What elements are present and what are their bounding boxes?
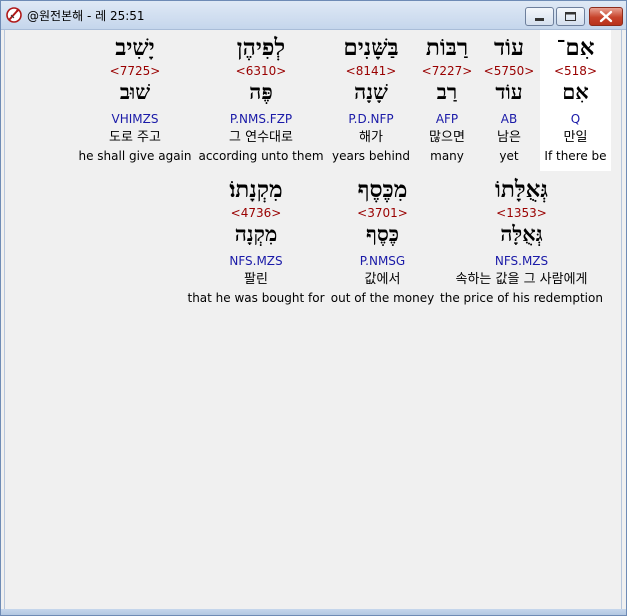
- hebrew-lemma: אִם: [562, 79, 589, 104]
- korean-gloss: 많으면: [429, 130, 465, 145]
- korean-gloss: 해가: [359, 130, 383, 145]
- korean-gloss: 도로 주고: [109, 130, 161, 145]
- hebrew-lemma: רַב: [436, 79, 458, 104]
- korean-gloss: 값에서: [364, 272, 401, 287]
- english-gloss: he shall give again: [78, 149, 192, 163]
- morphology-code: AFP: [435, 112, 459, 126]
- english-gloss: yet: [499, 149, 519, 163]
- english-gloss: If there be: [544, 149, 607, 163]
- word-block[interactable]: לְפִיהֶן <6310> פֶּה P.NMS.FZP 그 연수대로 ac…: [195, 30, 327, 171]
- korean-gloss: 만일: [563, 130, 588, 145]
- hebrew-word[interactable]: בַּשָּׁנִים: [327, 33, 415, 63]
- morphology-code: P.D.NFP: [348, 112, 394, 126]
- english-gloss: many: [430, 149, 464, 163]
- compass-feather-icon[interactable]: [5, 6, 23, 24]
- hebrew-word[interactable]: מִקְנָתוֹ׃: [187, 175, 325, 205]
- hebrew-word[interactable]: לְפִיהֶן: [195, 33, 327, 63]
- strong-number[interactable]: <518>: [540, 63, 611, 79]
- word-block[interactable]: רַבּוֹת <7227> רַב AFP 많으면 many: [415, 30, 479, 171]
- strong-number[interactable]: <7227>: [415, 63, 479, 79]
- word-block[interactable]: גְּאֻלָּתוֹ <1353> גְּאֻלָּה NFS.MZS 속하는…: [438, 172, 605, 313]
- morphology-code: P.NMSG: [359, 254, 406, 268]
- title-bar[interactable]: @원전본해 - 레 25:51: [1, 1, 626, 30]
- strong-number[interactable]: <7725>: [75, 63, 195, 79]
- korean-gloss: 속하는 값을 그 사람에게: [455, 272, 588, 287]
- strong-number[interactable]: <6310>: [195, 63, 327, 79]
- strong-number[interactable]: <4736>: [187, 205, 325, 221]
- morphology-code: VHIMZS: [111, 112, 159, 126]
- word-block[interactable]: מִכֶּסֶף <3701> כֶּסֶף P.NMSG 값에서 out of…: [327, 172, 438, 313]
- word-block[interactable]: אִם־ <518> אִם Q 만일 If there be: [540, 30, 611, 171]
- hebrew-lemma: פֶּה: [249, 79, 273, 104]
- morphology-code: NFS.MZS: [494, 254, 549, 268]
- minimize-button[interactable]: [525, 7, 554, 26]
- maximize-icon: [565, 12, 576, 21]
- hebrew-word[interactable]: רַבּוֹת: [415, 33, 479, 63]
- close-button[interactable]: [589, 7, 623, 26]
- strong-number[interactable]: <8141>: [327, 63, 415, 79]
- word-block[interactable]: עוֹד <5750> עוֹד AB 남은 yet: [479, 30, 539, 171]
- hebrew-word[interactable]: גְּאֻלָּתוֹ: [438, 175, 605, 205]
- word-block[interactable]: בַּשָּׁנִים <8141> שָׁנָה P.D.NFP 해가 yea…: [327, 30, 415, 171]
- window-bottom-frame: [1, 609, 626, 615]
- hebrew-lemma: שׁוּב: [119, 79, 151, 104]
- english-gloss: according unto them: [198, 149, 324, 163]
- window-title: @원전본해 - 레 25:51: [27, 9, 145, 23]
- app-window: @원전본해 - 레 25:51 אִם־ <518> אִם Q 만일 If t…: [0, 0, 627, 616]
- morphology-code: Q: [570, 112, 581, 126]
- hebrew-word[interactable]: עוֹד: [479, 33, 539, 63]
- word-block[interactable]: יָשִׁיב <7725> שׁוּב VHIMZS 도로 주고 he sha…: [75, 30, 195, 171]
- word-block[interactable]: מִקְנָתוֹ׃ <4736> מִקְנָה NFS.MZS 팔린 tha…: [187, 172, 325, 313]
- english-gloss: the price of his redemption: [440, 291, 603, 305]
- minimize-icon: [535, 18, 544, 21]
- verse-view: אִם־ <518> אִם Q 만일 If there be עוֹד <57…: [4, 30, 622, 609]
- hebrew-lemma: גְּאֻלָּה: [500, 221, 543, 246]
- hebrew-word[interactable]: מִכֶּסֶף: [327, 175, 438, 205]
- korean-gloss: 팔린: [244, 272, 268, 287]
- hebrew-lemma: מִקְנָה: [234, 221, 278, 246]
- english-gloss: out of the money: [330, 291, 435, 305]
- hebrew-word[interactable]: יָשִׁיב: [75, 33, 195, 63]
- strong-number[interactable]: <1353>: [438, 205, 605, 221]
- close-icon: [599, 10, 613, 23]
- hebrew-lemma: עוֹד: [495, 79, 523, 104]
- morphology-code: AB: [500, 112, 518, 126]
- morphology-code: P.NMS.FZP: [229, 112, 293, 126]
- maximize-button[interactable]: [556, 7, 585, 26]
- korean-gloss: 남은: [497, 130, 521, 145]
- strong-number[interactable]: <5750>: [479, 63, 539, 79]
- english-gloss: years behind: [332, 149, 410, 163]
- hebrew-lemma: שָׁנָה: [354, 79, 388, 104]
- strong-number[interactable]: <3701>: [327, 205, 438, 221]
- korean-gloss: 그 연수대로: [229, 130, 293, 145]
- hebrew-word[interactable]: אִם־: [540, 33, 611, 63]
- english-gloss: that he was bought for: [187, 291, 325, 305]
- hebrew-lemma: כֶּסֶף: [365, 221, 400, 246]
- morphology-code: NFS.MZS: [229, 254, 283, 268]
